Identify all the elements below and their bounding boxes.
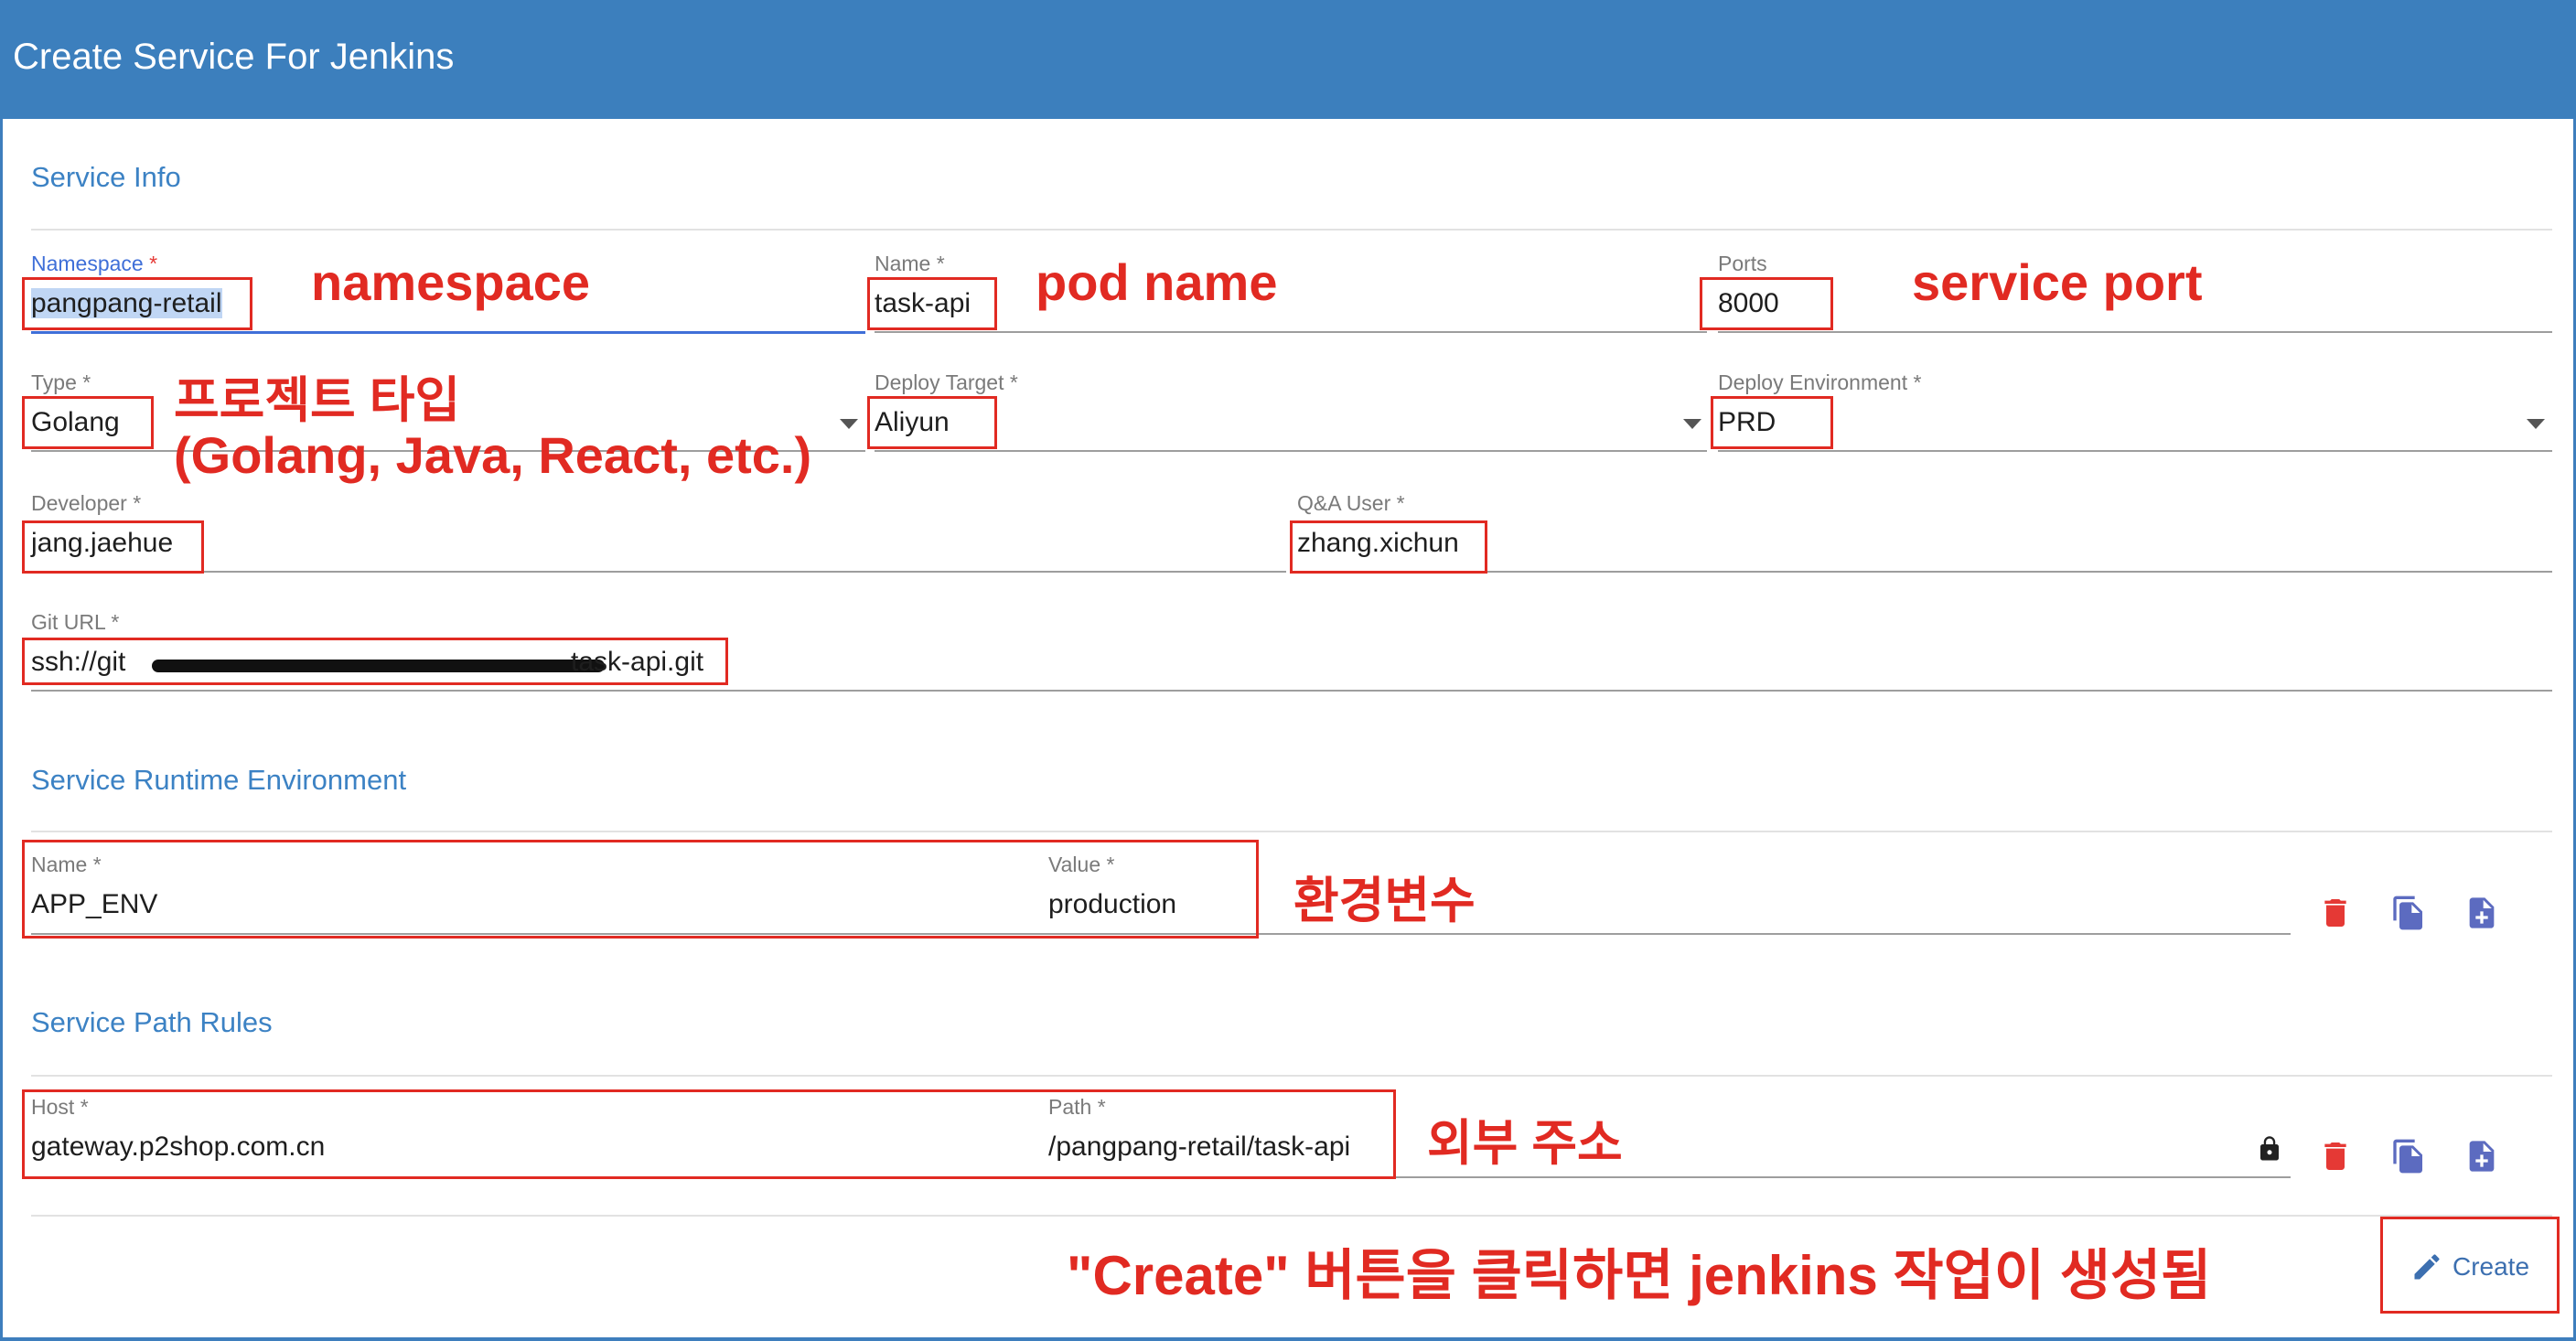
page-title: Create Service For Jenkins [13, 37, 455, 77]
annotation-box-developer [22, 520, 204, 574]
annotation-box-qa-user [1290, 520, 1487, 574]
section-title-runtime-environment: Service Runtime Environment [31, 764, 407, 796]
namespace-label: Namespace * [31, 252, 158, 275]
section-title-path-rules: Service Path Rules [31, 1006, 273, 1038]
git-url-label: Git URL * [31, 610, 120, 634]
add-file-icon[interactable] [2463, 1136, 2500, 1176]
section-divider [31, 229, 2552, 231]
annotation-service-port: service port [1912, 253, 2203, 311]
ports-label: Ports [1718, 252, 1767, 275]
deploy-environment-underline [1718, 450, 2552, 452]
chevron-down-icon[interactable] [1683, 419, 1701, 429]
deploy-target-underline [875, 450, 1707, 452]
ports-underline [1718, 331, 2552, 333]
annotation-pod-name: pod name [1036, 253, 1278, 311]
annotation-box-git-url [22, 638, 728, 685]
annotation-box-runtime-env [22, 840, 1259, 939]
copy-icon[interactable] [2390, 893, 2427, 933]
namespace-underline [31, 331, 865, 334]
trash-icon[interactable] [2317, 1136, 2354, 1176]
annotation-box-ports [1700, 277, 1833, 330]
annotation-box-namespace [22, 277, 252, 330]
annotation-box-create [2380, 1217, 2560, 1314]
name-underline [875, 331, 1707, 333]
developer-label: Developer * [31, 491, 142, 515]
add-file-icon[interactable] [2463, 893, 2500, 933]
type-label: Type * [31, 370, 91, 394]
qa-user-label: Q&A User * [1297, 491, 1405, 515]
annotation-box-deploy-target [867, 396, 997, 449]
copy-icon[interactable] [2390, 1136, 2427, 1176]
section-divider [31, 831, 2552, 832]
annotation-external-address: 외부 주소 [1427, 1116, 1623, 1171]
name-label: Name * [875, 252, 945, 275]
trash-icon[interactable] [2317, 893, 2354, 933]
developer-underline [31, 571, 1286, 573]
annotation-box-deploy-environment [1711, 396, 1833, 449]
chevron-down-icon[interactable] [840, 419, 858, 429]
deploy-environment-label: Deploy Environment * [1718, 370, 1922, 394]
lock-icon [2260, 1136, 2279, 1161]
git-url-underline [31, 690, 2552, 692]
annotation-project-type: 프로젝트 타입 [174, 373, 461, 428]
deploy-target-label: Deploy Target * [875, 370, 1018, 394]
section-title-service-info: Service Info [31, 161, 181, 193]
annotation-box-path-rules [22, 1089, 1396, 1179]
annotation-project-type-examples: (Golang, Java, React, etc.) [174, 426, 812, 484]
annotation-box-type [22, 396, 154, 449]
annotation-namespace: namespace [311, 253, 591, 311]
annotation-box-name [867, 277, 997, 330]
annotation-env-vars: 환경변수 [1293, 874, 1476, 928]
annotation-create-note: "Create" 버튼을 클릭하면 jenkins 작업이 생성됨 [1067, 1245, 2212, 1306]
chevron-down-icon[interactable] [2527, 419, 2545, 429]
section-divider [31, 1075, 2552, 1077]
section-divider [31, 1215, 2552, 1217]
